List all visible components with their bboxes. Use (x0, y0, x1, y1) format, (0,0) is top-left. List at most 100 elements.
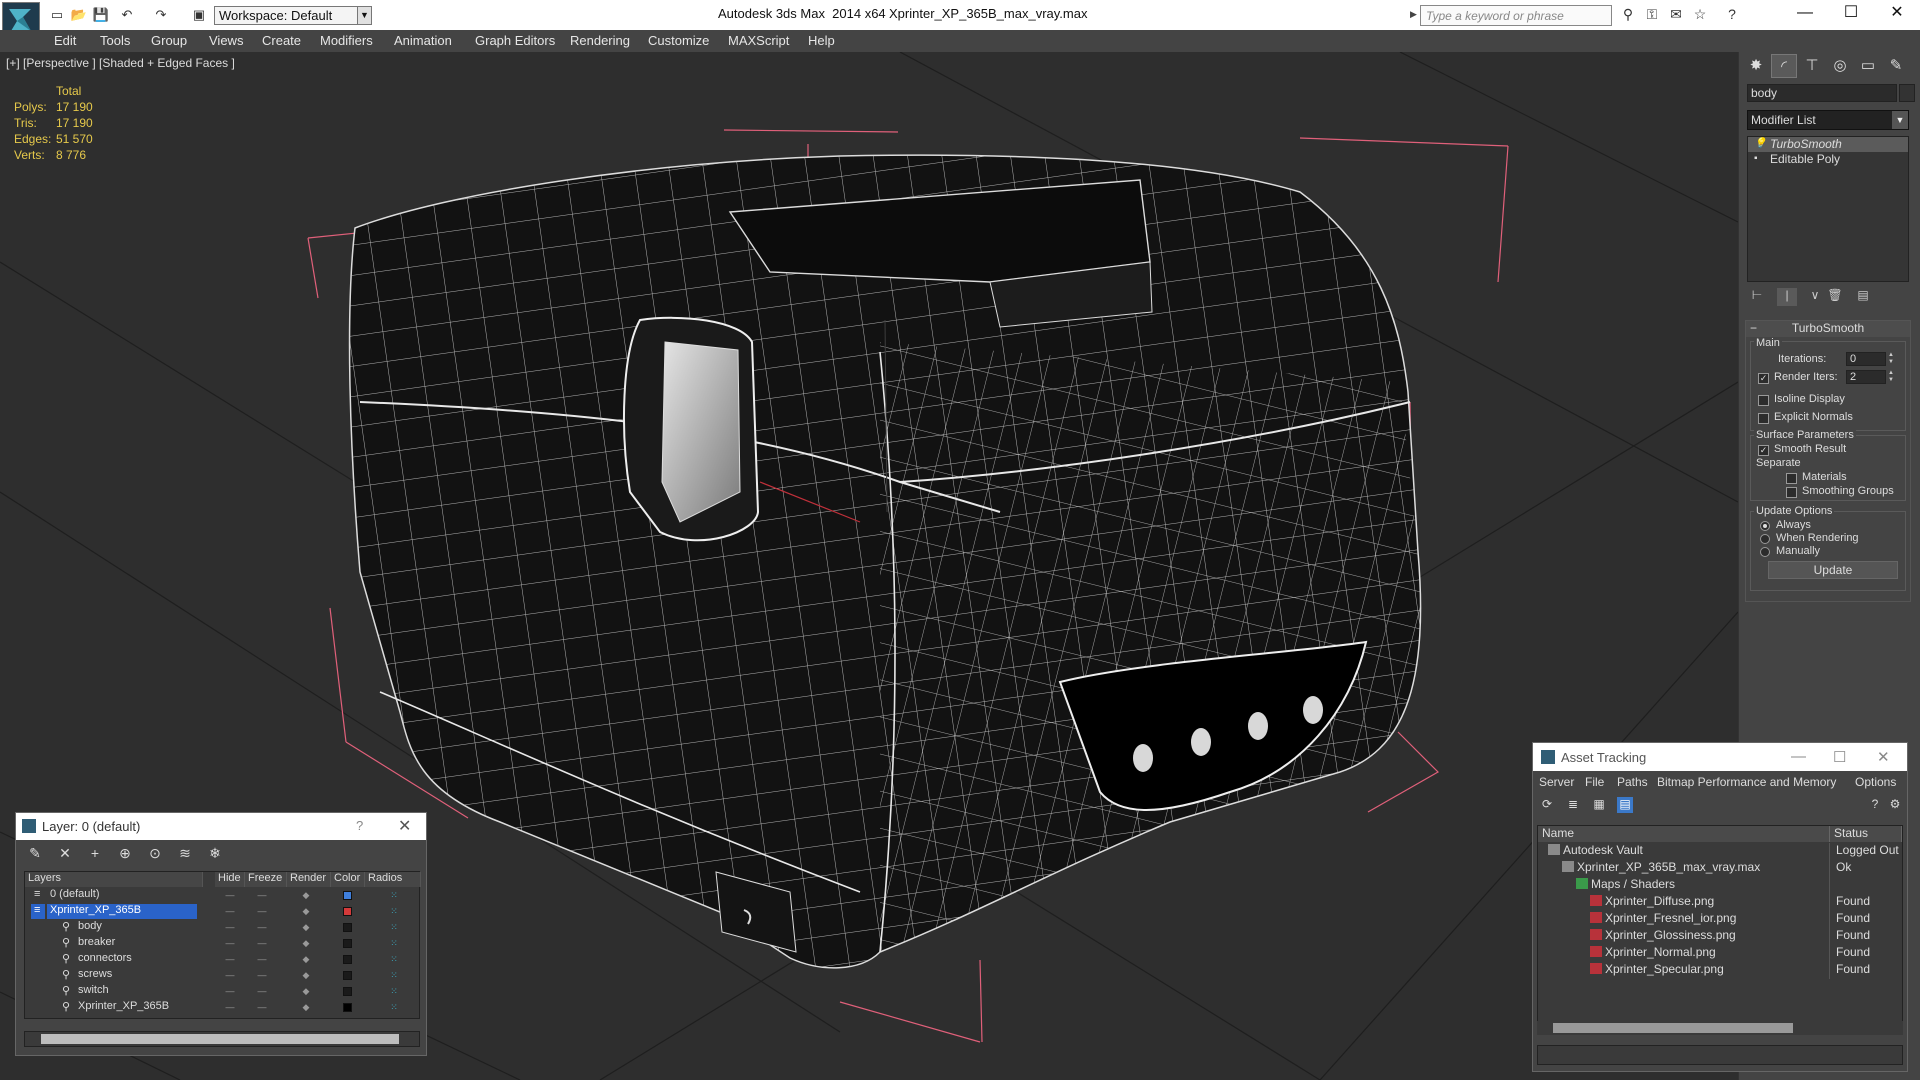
layer-row[interactable]: ⚲ connectors — — ◆ ⁙ (25, 952, 419, 968)
render-toggle[interactable]: ◆ (299, 986, 313, 997)
layer-row[interactable]: ⚲ screws — — ◆ ⁙ (25, 968, 419, 984)
table-view-icon[interactable]: ▦ (1591, 797, 1607, 813)
layer-window-titlebar[interactable]: Layer: 0 (default) ? ✕ (16, 813, 426, 840)
stack-item-editable-poly[interactable]: ▪ Editable Poly (1748, 152, 1908, 167)
configure-modifier-sets-icon[interactable]: ▤ (1853, 288, 1873, 306)
asset-row[interactable]: Xprinter_Normal.png Found (1538, 945, 1902, 962)
column-header-hide[interactable]: Hide (215, 872, 245, 887)
remove-modifier-icon[interactable]: 🗑 (1825, 288, 1845, 306)
undo-icon[interactable]: ↶ (118, 6, 136, 24)
freeze-toggle[interactable]: — (255, 1002, 269, 1013)
layer-name[interactable]: connectors (75, 952, 205, 967)
menu-server[interactable]: Server (1539, 775, 1574, 789)
layer-color-swatch[interactable] (343, 939, 352, 948)
scrollbar-thumb[interactable] (41, 1034, 399, 1044)
favorites-star-icon[interactable]: ☆ (1690, 6, 1710, 24)
layer-color-swatch[interactable] (343, 923, 352, 932)
workspace-select[interactable]: Workspace: Default ▼ (214, 6, 372, 25)
menu-customize[interactable]: Customize (648, 33, 709, 48)
horizontal-scrollbar[interactable] (1537, 1021, 1903, 1035)
create-layer-icon[interactable]: ✎ (26, 845, 44, 861)
expand-icon[interactable]: ▪ (1754, 153, 1758, 164)
menu-tools[interactable]: Tools (100, 33, 130, 48)
render-toggle[interactable]: ◆ (299, 890, 313, 901)
freeze-toggle[interactable]: — (255, 890, 269, 901)
asset-path-field[interactable] (1537, 1045, 1903, 1065)
redo-icon[interactable]: ↷ (152, 6, 170, 24)
hide-all-layers-icon[interactable]: ≋ (176, 845, 194, 861)
menu-animation[interactable]: Animation (394, 33, 452, 48)
freeze-toggle[interactable]: — (255, 922, 269, 933)
layer-row[interactable]: ≡ 0 (default) — — ◆ ⁙ (25, 888, 419, 904)
iterations-spinner[interactable]: 0 (1846, 352, 1886, 366)
when-rendering-radio[interactable] (1760, 534, 1770, 544)
render-toggle[interactable]: ◆ (299, 906, 313, 917)
viewport-label[interactable]: [+] [Perspective ] [Shaded + Edged Faces… (6, 56, 235, 70)
explicit-normals-checkbox[interactable] (1758, 413, 1769, 424)
radiosity-toggle[interactable]: ⁙ (387, 906, 401, 917)
layer-color-swatch[interactable] (343, 1003, 352, 1012)
layer-color-swatch[interactable] (343, 955, 352, 964)
render-toggle[interactable]: ◆ (299, 938, 313, 949)
select-objects-icon[interactable]: ⊕ (116, 845, 134, 861)
render-toggle[interactable]: ◆ (299, 954, 313, 965)
smooth-result-checkbox[interactable]: ✓ (1758, 445, 1769, 456)
close-button[interactable]: ✕ (1874, 0, 1920, 28)
horizontal-scrollbar[interactable] (24, 1031, 420, 1047)
radiosity-toggle[interactable]: ⁙ (387, 922, 401, 933)
save-file-icon[interactable]: 💾 (92, 6, 110, 24)
asset-row[interactable]: Xprinter_Fresnel_ior.png Found (1538, 911, 1902, 928)
highlight-layer-icon[interactable]: ⊙ (146, 845, 164, 861)
light-bulb-icon[interactable]: 💡 (1754, 138, 1766, 149)
render-iters-checkbox[interactable]: ✓ (1758, 373, 1769, 384)
freeze-toggle[interactable]: — (255, 986, 269, 997)
always-radio[interactable] (1760, 521, 1770, 531)
render-toggle[interactable]: ◆ (299, 922, 313, 933)
add-to-layer-icon[interactable]: + (86, 845, 104, 861)
tab-utilities[interactable]: ✎ (1883, 54, 1909, 78)
stack-item-turbosmooth[interactable]: 💡 TurboSmooth (1748, 137, 1908, 152)
hide-toggle[interactable]: — (223, 890, 237, 901)
layer-name[interactable]: switch (75, 984, 205, 999)
freeze-toggle[interactable]: — (255, 954, 269, 965)
maximize-icon[interactable]: ☐ (1833, 748, 1846, 766)
help-icon[interactable]: ? (356, 818, 363, 833)
tab-modify[interactable]: ◜ (1771, 54, 1797, 78)
menu-paths[interactable]: Paths (1617, 775, 1648, 789)
close-icon[interactable]: ✕ (1877, 748, 1890, 766)
menu-bitmap-performance[interactable]: Bitmap Performance and Memory (1657, 775, 1836, 789)
radiosity-toggle[interactable]: ⁙ (387, 954, 401, 965)
layer-name[interactable]: breaker (75, 936, 205, 951)
update-button[interactable]: Update (1768, 561, 1898, 579)
subscription-icon[interactable]: ⚿ (1642, 6, 1662, 24)
delete-layer-icon[interactable]: ✕ (56, 845, 74, 861)
manually-radio[interactable] (1760, 547, 1770, 557)
close-icon[interactable]: ✕ (398, 816, 411, 836)
freeze-toggle[interactable]: — (255, 906, 269, 917)
radiosity-toggle[interactable]: ⁙ (387, 986, 401, 997)
help-icon[interactable]: ? (1867, 797, 1883, 813)
layer-name[interactable]: Xprinter_XP_365B (75, 1000, 205, 1015)
menu-file[interactable]: File (1585, 775, 1604, 789)
render-toggle[interactable]: ◆ (299, 1002, 313, 1013)
menu-views[interactable]: Views (209, 33, 243, 48)
application-menu[interactable] (0, 30, 40, 52)
menu-maxscript[interactable]: MAXScript (728, 33, 789, 48)
spinner-arrows-icon[interactable]: ▲ ▼ (1888, 370, 1896, 384)
show-end-result-icon[interactable]: | (1777, 288, 1797, 306)
layer-row[interactable]: ⚲ Xprinter_XP_365B — — ◆ ⁙ (25, 1000, 419, 1016)
scrollbar-thumb[interactable] (1553, 1023, 1793, 1033)
smoothing-groups-checkbox[interactable] (1786, 487, 1797, 498)
layer-row[interactable]: ≡ Xprinter_XP_365B — — ◆ ⁙ (25, 904, 419, 920)
radiosity-toggle[interactable]: ⁙ (387, 938, 401, 949)
asset-row[interactable]: Xprinter_Diffuse.png Found (1538, 894, 1902, 911)
layer-row[interactable]: ⚲ body — — ◆ ⁙ (25, 920, 419, 936)
menu-group[interactable]: Group (151, 33, 187, 48)
layer-color-swatch[interactable] (343, 891, 352, 900)
menu-graph-editors[interactable]: Graph Editors (475, 33, 555, 48)
chevron-down-icon[interactable]: ▼ (1892, 111, 1908, 129)
make-unique-icon[interactable]: ∨ (1805, 288, 1825, 306)
menu-edit[interactable]: Edit (54, 33, 76, 48)
hide-toggle[interactable]: — (223, 986, 237, 997)
freeze-all-layers-icon[interactable]: ❄ (206, 845, 224, 861)
